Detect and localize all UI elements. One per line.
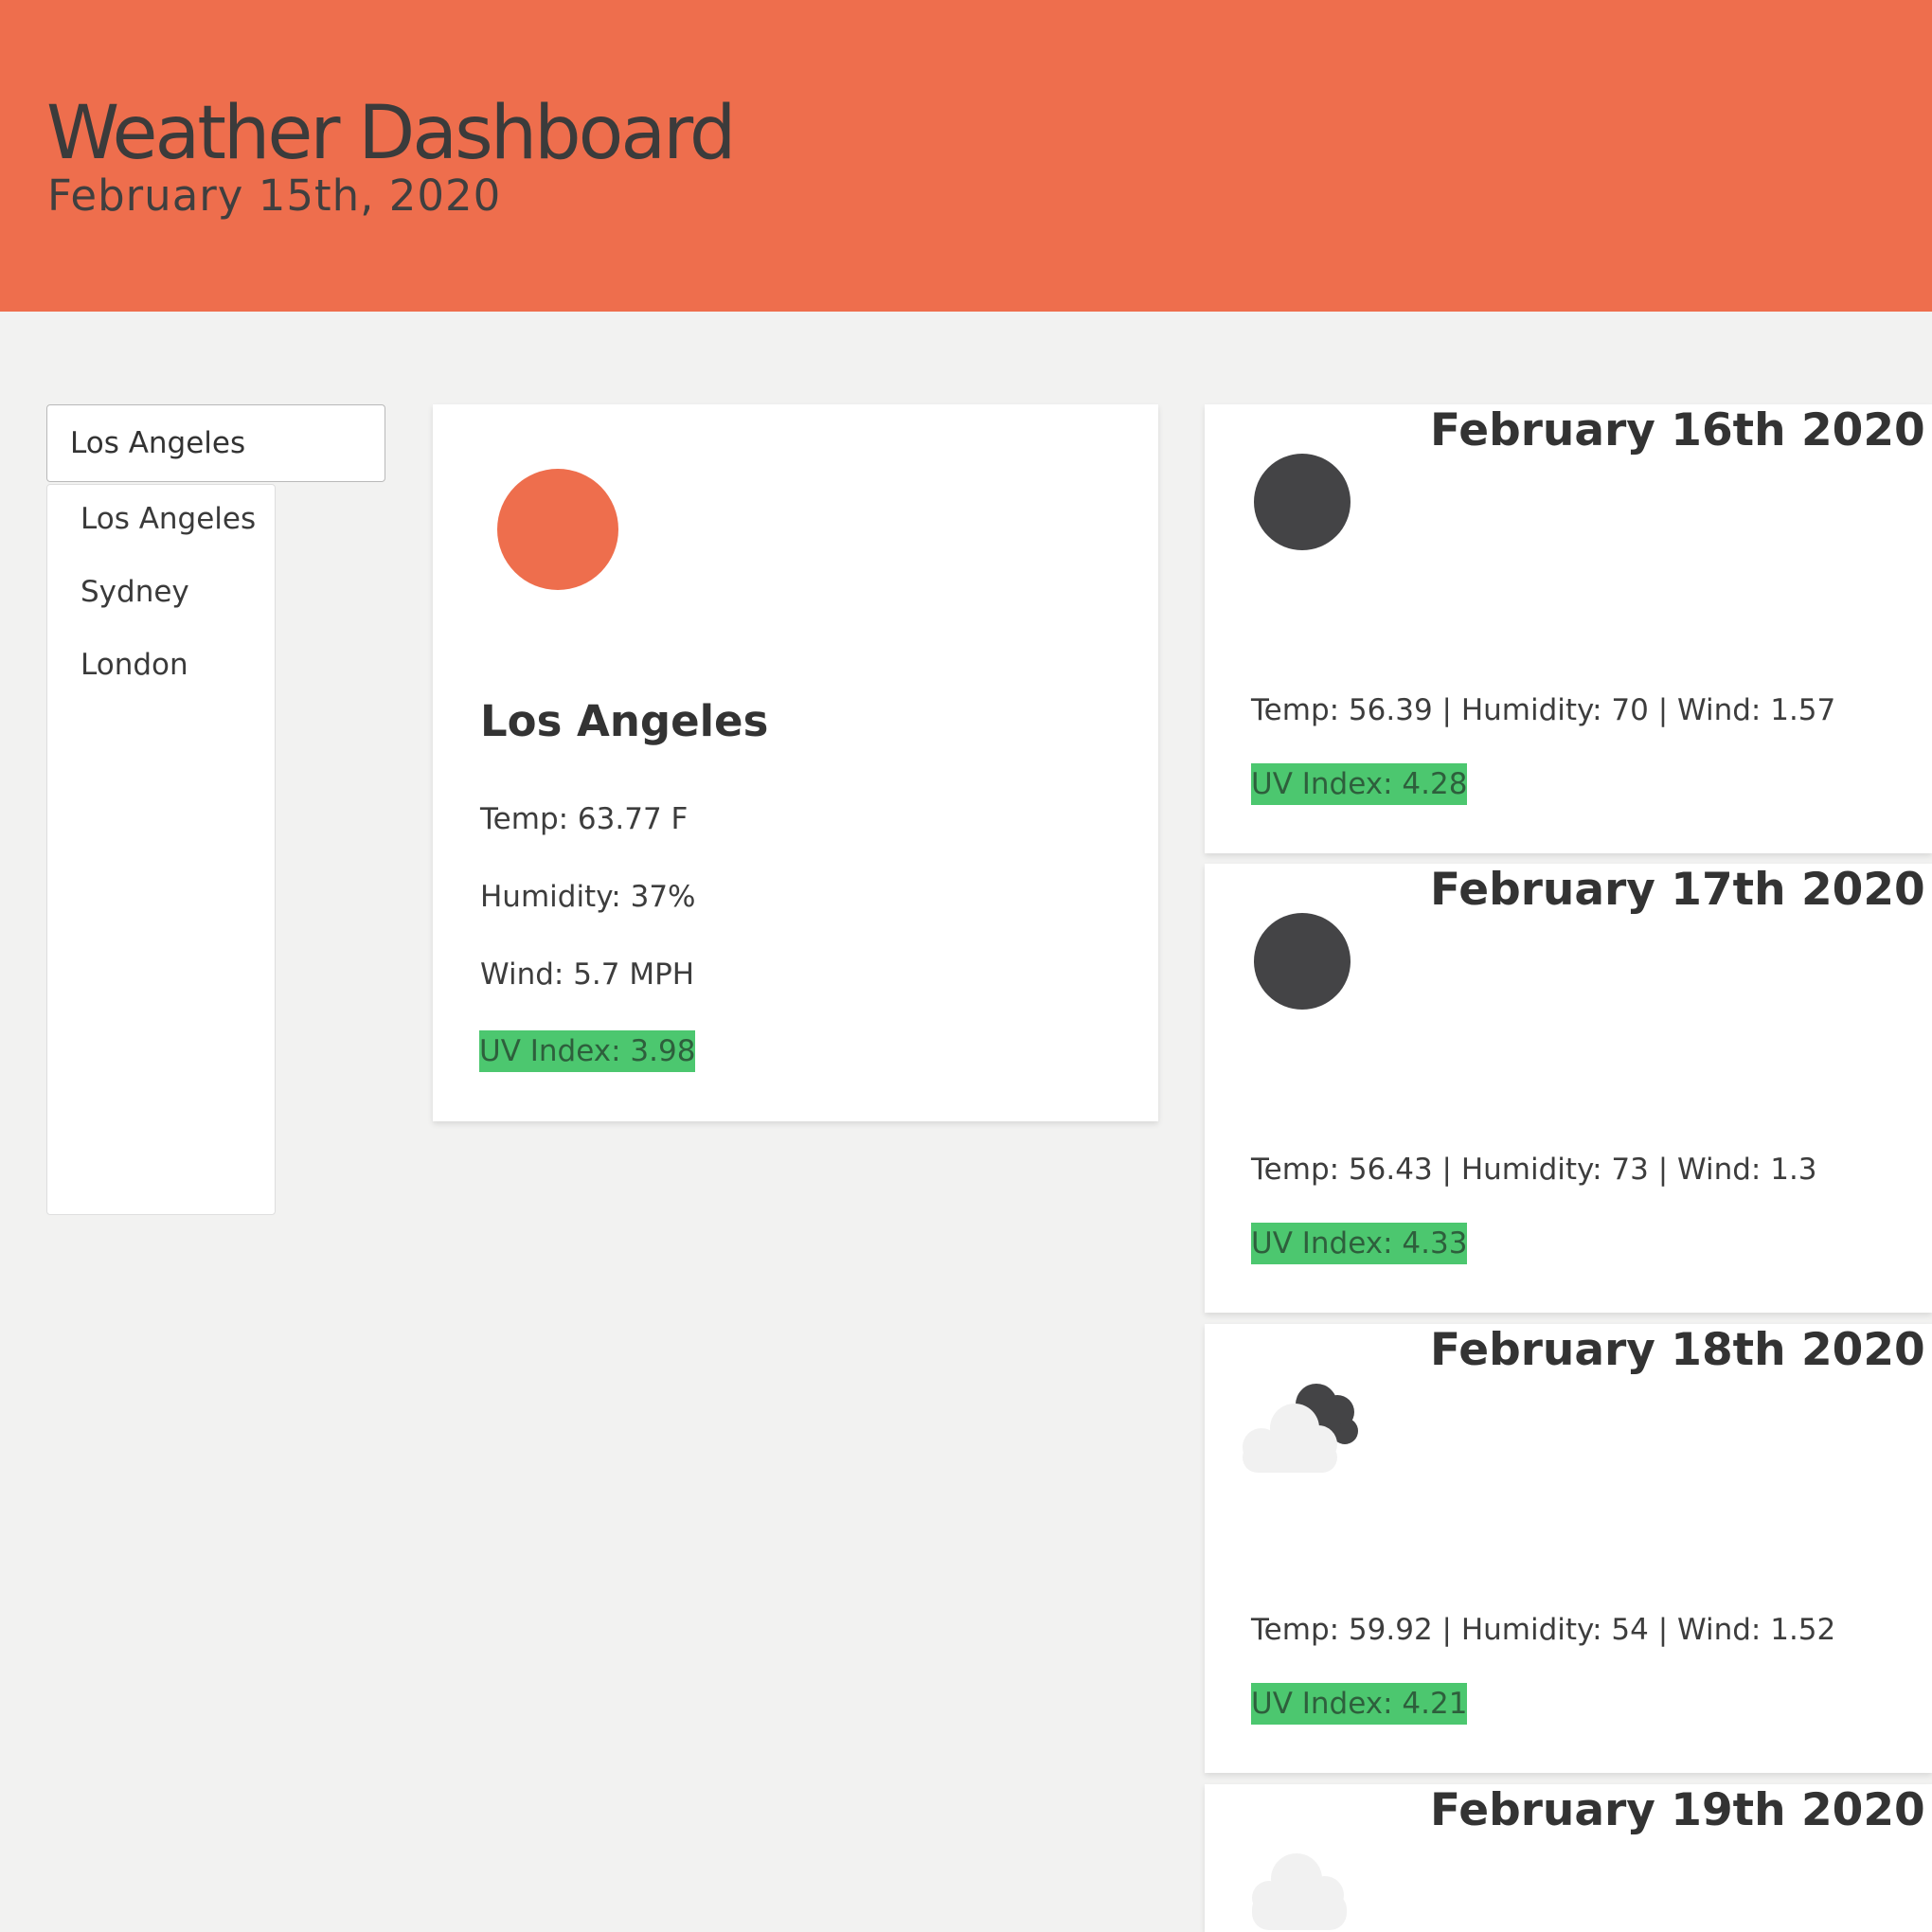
forecast-date: February 17th 2020	[1430, 864, 1925, 916]
forecast-uv-badge: UV Index: 4.21	[1251, 1683, 1468, 1725]
moon-icon	[1254, 913, 1351, 1010]
city-list-item-london[interactable]: London	[80, 648, 188, 682]
forecast-uv-badge: UV Index: 4.28	[1251, 763, 1468, 805]
city-history-list: Los Angeles Sydney London	[46, 484, 276, 1215]
city-search-input[interactable]	[46, 404, 385, 482]
city-list-item-los-angeles[interactable]: Los Angeles	[80, 502, 256, 536]
forecast-date: February 19th 2020	[1430, 1784, 1925, 1836]
page-title: Weather Dashboard	[46, 91, 736, 176]
current-city-name: Los Angeles	[480, 696, 769, 746]
forecast-date: February 16th 2020	[1430, 404, 1925, 456]
sun-icon	[497, 469, 618, 590]
forecast-stats: Temp: 56.43 | Humidity: 73 | Wind: 1.3	[1251, 1153, 1817, 1187]
page-header: Weather Dashboard February 15th, 2020	[0, 0, 1932, 312]
current-temp: Temp: 63.77 F	[480, 802, 689, 836]
current-uv-badge: UV Index: 3.98	[479, 1030, 696, 1072]
city-list-item-sydney[interactable]: Sydney	[80, 575, 189, 609]
current-humidity: Humidity: 37%	[480, 880, 696, 914]
current-wind: Wind: 5.7 MPH	[480, 957, 695, 992]
cloud-icon	[1252, 1853, 1347, 1930]
forecast-card: February 19th 2020	[1205, 1784, 1932, 1932]
forecast-stats: Temp: 56.39 | Humidity: 70 | Wind: 1.57	[1251, 693, 1836, 727]
forecast-uv-badge: UV Index: 4.33	[1251, 1223, 1468, 1264]
moon-icon	[1254, 454, 1351, 550]
forecast-stats: Temp: 59.92 | Humidity: 54 | Wind: 1.52	[1251, 1613, 1836, 1647]
cloudy-night-icon	[1243, 1384, 1358, 1473]
current-date: February 15th, 2020	[47, 170, 502, 221]
current-weather-card: Los Angeles Temp: 63.77 F Humidity: 37% …	[433, 404, 1158, 1121]
forecast-card: February 16th 2020 Temp: 56.39 | Humidit…	[1205, 404, 1932, 853]
forecast-card: February 18th 2020 Temp: 59.92 | Humidit…	[1205, 1324, 1932, 1773]
forecast-date: February 18th 2020	[1430, 1324, 1925, 1376]
forecast-card: February 17th 2020 Temp: 56.43 | Humidit…	[1205, 864, 1932, 1313]
